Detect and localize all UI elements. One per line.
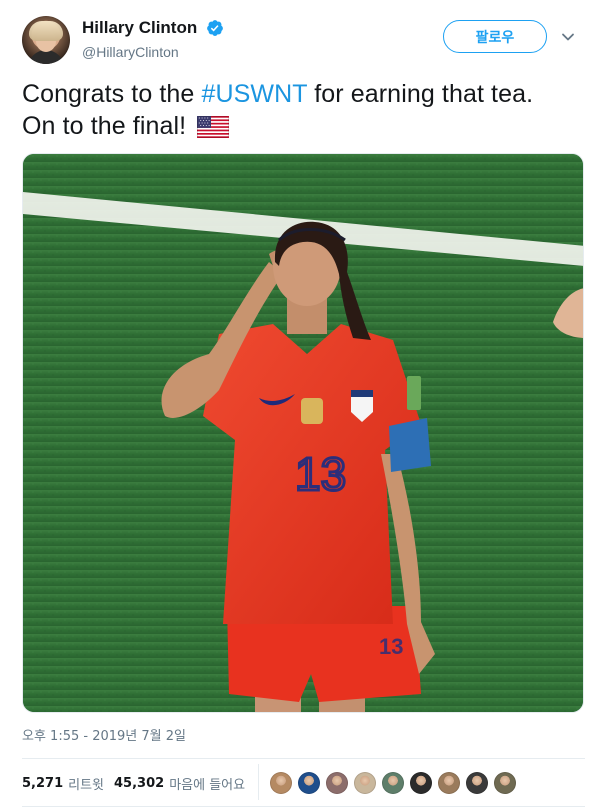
likers-avatars (270, 770, 522, 796)
tweet-stats: 5,271 리트윗 45,302 마음에 들어요 (22, 770, 255, 796)
tweet-text-line-2: On to the final! (22, 112, 187, 140)
captain-armband (389, 418, 431, 472)
jersey-crest (301, 398, 323, 424)
tweet-text-part-1: Congrats to the (22, 80, 202, 108)
stats-separator (258, 764, 259, 800)
display-name[interactable]: Hillary Clinton (82, 17, 197, 39)
liker-avatar-1[interactable] (270, 772, 292, 794)
liker-avatar-9[interactable] (494, 772, 516, 794)
author-block[interactable]: Hillary Clinton @HillaryClinton (82, 17, 402, 62)
retweets-label[interactable]: 리트윗 (68, 774, 104, 793)
tweet-timestamp[interactable]: 오후 1:55 - 2019년 7월 2일 (22, 728, 186, 746)
liker-avatar-3[interactable] (326, 772, 348, 794)
jersey-sleeve-patch (407, 376, 421, 410)
retweets-count[interactable]: 5,271 (22, 776, 63, 791)
avatar-shoulders (28, 50, 64, 64)
chevron-down-icon[interactable] (561, 30, 575, 44)
likes-label[interactable]: 마음에 들어요 (169, 774, 245, 793)
jersey-usa-crest-band (351, 390, 373, 397)
avatar[interactable] (22, 16, 70, 64)
liker-avatar-7[interactable] (438, 772, 460, 794)
likes-count[interactable]: 45,302 (114, 776, 164, 791)
liker-avatar-8[interactable] (466, 772, 488, 794)
liker-avatar-4[interactable] (354, 772, 376, 794)
hashtag-link[interactable]: #USWNT (201, 80, 307, 108)
us-flag-icon (197, 116, 230, 138)
photo-illustration: 13 13 (23, 154, 583, 712)
jersey-number: 13 (295, 448, 346, 500)
divider (22, 758, 585, 759)
tweet-text: Congrats to the #USWNT for earning that … (22, 78, 585, 142)
liker-avatar-6[interactable] (410, 772, 432, 794)
verified-badge-icon (206, 20, 223, 36)
follow-button[interactable]: 팔로우 (443, 20, 547, 53)
shorts-number: 13 (379, 634, 403, 659)
avatar-hair (29, 21, 63, 41)
tweet-header: Hillary Clinton @HillaryClinton 팔로우 (22, 14, 585, 66)
liker-avatar-5[interactable] (382, 772, 404, 794)
tweet-text-part-2: for earning that tea. (307, 80, 534, 108)
liker-avatar-2[interactable] (298, 772, 320, 794)
author-handle[interactable]: @HillaryClinton (82, 42, 402, 62)
tweet-photo[interactable]: 13 13 (22, 153, 584, 713)
